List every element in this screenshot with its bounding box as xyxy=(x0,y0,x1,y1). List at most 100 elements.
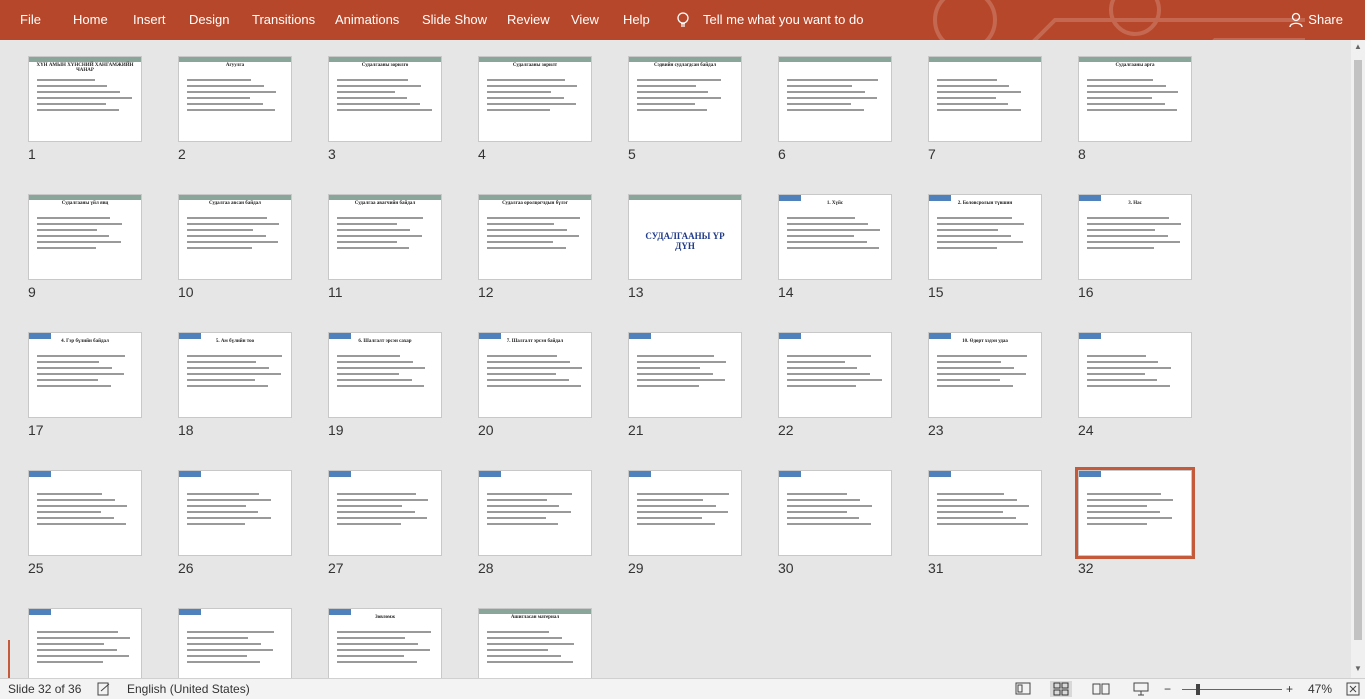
slide-thumbnail[interactable]: Агуулга xyxy=(178,56,292,142)
zoom-level[interactable]: 47% xyxy=(1308,682,1332,696)
slide-header-bar xyxy=(1079,471,1101,477)
zoom-in-button[interactable]: + xyxy=(1286,682,1293,696)
slide-number: 11 xyxy=(328,284,343,300)
tab-insert[interactable]: Insert xyxy=(133,0,166,40)
slide-thumbnail[interactable] xyxy=(1075,467,1195,559)
slide-header-bar xyxy=(29,471,51,477)
slide-thumbnail[interactable]: СУДАЛГААНЫ ҮР ДҮН xyxy=(628,194,742,280)
slide-header-bar xyxy=(179,471,201,477)
person-icon xyxy=(1289,12,1303,28)
tab-design[interactable]: Design xyxy=(189,0,229,40)
slide-thumbnail[interactable]: Сэдвийн судлагдсан байдал xyxy=(628,56,742,142)
slide-thumbnail[interactable] xyxy=(178,470,292,556)
slide-number: 26 xyxy=(178,560,194,576)
tab-animations[interactable]: Animations xyxy=(335,0,399,40)
slide-number: 4 xyxy=(478,146,486,162)
slide-sorter-view-icon[interactable] xyxy=(1050,681,1072,697)
slide-thumbnail[interactable] xyxy=(478,470,592,556)
slide-thumbnail[interactable] xyxy=(778,332,892,418)
slide-thumbnail[interactable] xyxy=(628,332,742,418)
tab-help[interactable]: Help xyxy=(623,0,650,40)
slide-thumbnail[interactable] xyxy=(28,470,142,556)
slide-number: 19 xyxy=(328,422,344,438)
slide-thumbnail[interactable]: 3. Нас xyxy=(1078,194,1192,280)
slide-title: 3. Нас xyxy=(1128,201,1142,206)
slide-thumbnail[interactable]: Судалгаа авсан байдал xyxy=(178,194,292,280)
scroll-down-icon[interactable]: ▼ xyxy=(1354,664,1362,673)
slide-thumbnail[interactable]: Судалгааны зорилго xyxy=(328,56,442,142)
slide-number: 14 xyxy=(778,284,794,300)
ribbon-tab-bar: File Home Insert Design Transitions Anim… xyxy=(0,0,1365,40)
slide-content xyxy=(937,351,1033,391)
slide-content xyxy=(337,75,433,115)
fit-to-window-icon[interactable] xyxy=(1346,682,1360,696)
slide-thumbnail[interactable]: 10. Өдөрт хэдэн удаа xyxy=(928,332,1042,418)
slide-thumbnail[interactable] xyxy=(328,470,442,556)
slide-header-bar xyxy=(29,195,141,200)
slide-header-bar xyxy=(629,57,741,62)
slide-thumbnail[interactable] xyxy=(178,608,292,678)
slide-thumbnail[interactable]: Судалгаа оролцогчдын бүлэг xyxy=(478,194,592,280)
slide-thumbnail[interactable]: Судалгааны үйл явц xyxy=(28,194,142,280)
normal-view-icon[interactable] xyxy=(1012,681,1034,697)
slide-thumbnail[interactable]: 5. Ам бүлийн тоо xyxy=(178,332,292,418)
language-indicator[interactable]: English (United States) xyxy=(127,682,250,696)
tab-review[interactable]: Review xyxy=(507,0,550,40)
slide-number: 8 xyxy=(1078,146,1086,162)
slide-title: 1. Хүйс xyxy=(826,201,844,206)
slide-number: 23 xyxy=(928,422,944,438)
slide-header-bar xyxy=(479,471,501,477)
slide-content xyxy=(787,213,883,253)
tab-file[interactable]: File xyxy=(20,0,41,40)
share-button[interactable]: Share xyxy=(1289,0,1343,40)
slide-content xyxy=(487,627,583,667)
tab-transitions[interactable]: Transitions xyxy=(252,0,315,40)
slide-thumbnail[interactable] xyxy=(928,56,1042,142)
tab-home[interactable]: Home xyxy=(73,0,108,40)
slide-header-bar xyxy=(29,609,51,615)
slide-thumbnail[interactable] xyxy=(778,56,892,142)
slide-number: 18 xyxy=(178,422,194,438)
slide-thumbnail[interactable] xyxy=(928,470,1042,556)
slide-number: 29 xyxy=(628,560,644,576)
zoom-slider-thumb[interactable] xyxy=(1196,684,1200,695)
slide-thumbnail[interactable]: 1. Хүйс xyxy=(778,194,892,280)
tab-view[interactable]: View xyxy=(571,0,599,40)
slide-header-bar xyxy=(479,195,591,200)
slide-thumbnail[interactable]: Судалгааны зорилт xyxy=(478,56,592,142)
slide-content xyxy=(1087,213,1183,253)
slide-thumbnail[interactable]: Судалгаа авагчийн байдал xyxy=(328,194,442,280)
slide-number: 28 xyxy=(478,560,494,576)
tell-me-search[interactable]: Tell me what you want to do xyxy=(676,0,863,40)
slide-thumbnail[interactable]: Ашигласан материал xyxy=(478,608,592,678)
slide-content xyxy=(487,75,583,115)
slide-header-bar xyxy=(479,609,591,614)
slide-thumbnail[interactable]: Судалгааны арга xyxy=(1078,56,1192,142)
slide-thumbnail[interactable] xyxy=(28,608,142,678)
slide-header-bar xyxy=(929,57,1041,62)
vertical-scrollbar[interactable]: ▲ ▼ xyxy=(1351,40,1365,678)
slide-thumbnail[interactable]: 7. Шалгалт эрсэн байдал xyxy=(478,332,592,418)
slide-thumbnail[interactable]: Зөвлөмж xyxy=(328,608,442,678)
slide-content xyxy=(337,627,433,667)
tab-slide-show[interactable]: Slide Show xyxy=(422,0,487,40)
zoom-out-button[interactable]: − xyxy=(1164,682,1171,696)
slide-title: Судалгааны үйл явц xyxy=(61,201,109,206)
slide-thumbnail[interactable] xyxy=(778,470,892,556)
slide-header-bar xyxy=(179,57,291,62)
slideshow-view-icon[interactable] xyxy=(1130,681,1152,697)
slide-title: Судалгааны зорилго xyxy=(361,63,409,68)
scroll-up-icon[interactable]: ▲ xyxy=(1354,42,1362,51)
reading-view-icon[interactable] xyxy=(1090,681,1112,697)
scrollbar-thumb[interactable] xyxy=(1354,60,1362,640)
slide-header-bar xyxy=(329,57,441,62)
slide-content xyxy=(787,351,883,391)
spellcheck-icon[interactable] xyxy=(97,682,111,696)
slide-thumbnail[interactable] xyxy=(628,470,742,556)
slide-number: 6 xyxy=(778,146,786,162)
slide-thumbnail[interactable]: 2. Боловсролын түвшин xyxy=(928,194,1042,280)
slide-thumbnail[interactable]: ХҮН АМЫН ХҮНСНИЙ ХАНГАМЖИЙН ЧАНАР xyxy=(28,56,142,142)
slide-thumbnail[interactable]: 4. Гэр бүлийн байдал xyxy=(28,332,142,418)
slide-thumbnail[interactable]: 6. Шалгалт эрсэн сахар xyxy=(328,332,442,418)
slide-thumbnail[interactable] xyxy=(1078,332,1192,418)
